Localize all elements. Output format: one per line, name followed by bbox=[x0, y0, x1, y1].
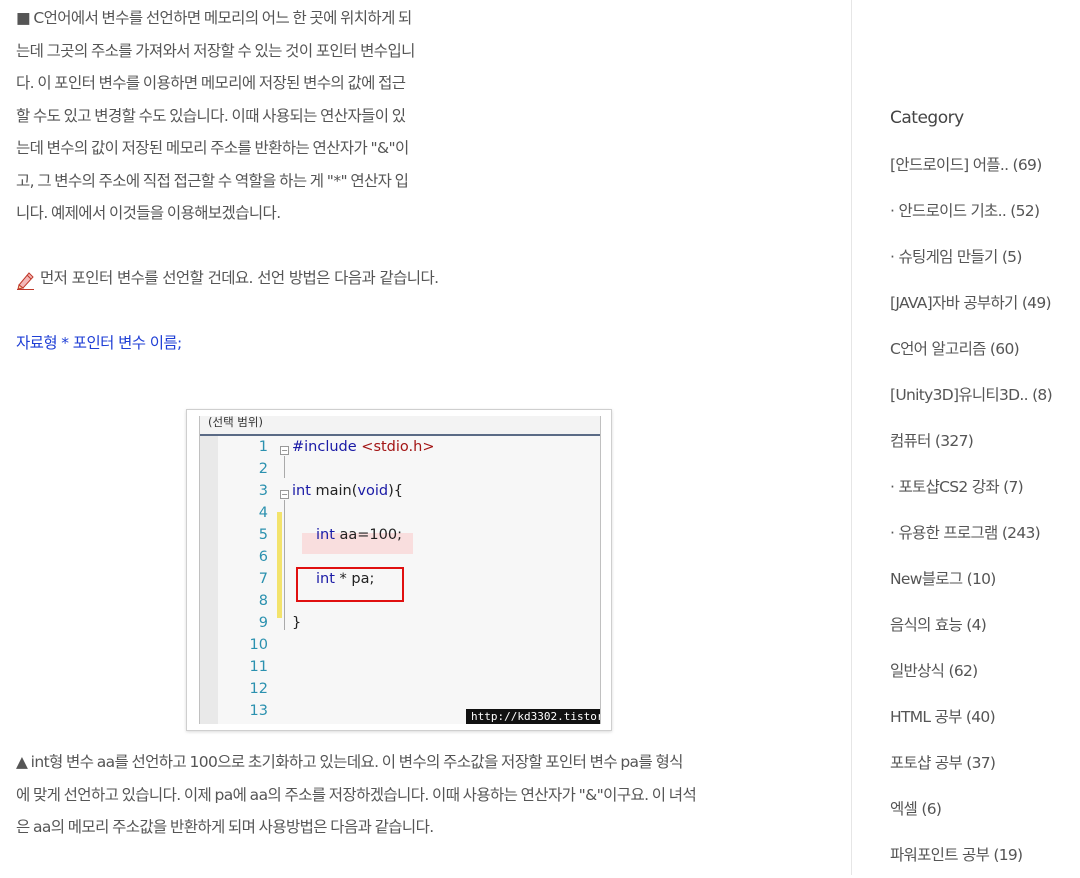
main-keyword: int bbox=[292, 483, 311, 499]
category-item[interactable]: 엑셀 (6) bbox=[890, 786, 1080, 832]
pencil-icon bbox=[16, 269, 36, 290]
article-content: ■ C언어에서 변수를 선언하면 메모리의 어느 한 곳에 위치하게 되 는데 … bbox=[0, 0, 850, 875]
code-header-text: (선택 범위) bbox=[208, 416, 263, 429]
main-end: ){ bbox=[388, 483, 403, 499]
explanation-paragraph: ▲ int형 변수 aa를 선언하고 100으로 초기화하고 있는데요. 이 변… bbox=[16, 746, 796, 844]
line-number: 4 bbox=[258, 505, 268, 521]
line-number: 10 bbox=[249, 637, 268, 653]
code-line-main: int main(void){ bbox=[292, 483, 403, 499]
line-number: 11 bbox=[249, 659, 268, 675]
category-item[interactable]: C언어 알고리즘 (60) bbox=[890, 326, 1080, 372]
category-item[interactable]: New블로그 (10) bbox=[890, 556, 1080, 602]
include-header: <stdio.h> bbox=[361, 439, 435, 455]
pencil-note-text: 먼저 포인터 변수를 선언할 건데요. 선언 방법은 다음과 같습니다. bbox=[40, 269, 439, 287]
intro-line: 는데 그곳의 주소를 가져와서 저장할 수 있는 것이 포인터 변수입니 bbox=[16, 41, 415, 60]
category-list: [안드로이드] 어플.. (69) · 안드로이드 기초.. (52) · 슈팅… bbox=[890, 142, 1080, 878]
category-item[interactable]: · 안드로이드 기초.. (52) bbox=[890, 188, 1080, 234]
category-item[interactable]: HTML 공부 (40) bbox=[890, 694, 1080, 740]
code-line-include: #include <stdio.h> bbox=[292, 439, 434, 455]
line-number: 1 bbox=[258, 439, 268, 455]
line-number: 7 bbox=[258, 571, 268, 587]
category-title: Category bbox=[890, 108, 964, 128]
line-number: 8 bbox=[258, 593, 268, 609]
code-line-close: } bbox=[292, 615, 302, 631]
category-item[interactable]: [안드로이드] 어플.. (69) bbox=[890, 142, 1080, 188]
category-item[interactable]: 음식의 효능 (4) bbox=[890, 602, 1080, 648]
code-editor: (선택 범위) 1 2 3 4 5 6 7 8 9 10 11 12 13 − bbox=[199, 416, 601, 724]
intro-line: ■ C언어에서 변수를 선언하면 메모리의 어느 한 곳에 위치하게 되 bbox=[16, 9, 412, 27]
pencil-note: 먼저 포인터 변수를 선언할 건데요. 선언 방법은 다음과 같습니다. bbox=[16, 262, 439, 294]
decl-text: aa=100; bbox=[334, 527, 403, 543]
category-item[interactable]: 파워포인트 공부 (19) bbox=[890, 832, 1080, 878]
pointer-highlight-box bbox=[296, 567, 404, 602]
explanation-line: 에 맞게 선언하고 있습니다. 이제 pa에 aa의 주소를 저장하겠습니다. … bbox=[16, 785, 697, 804]
category-item[interactable]: 컴퓨터 (327) bbox=[890, 418, 1080, 464]
line-number: 2 bbox=[258, 461, 268, 477]
intro-line: 고, 그 변수의 주소에 직접 접근할 수 역할을 하는 게 "*" 연산자 입 bbox=[16, 171, 409, 190]
line-number: 6 bbox=[258, 549, 268, 565]
intro-line: 니다. 예제에서 이것들을 이용해보겠습니다. bbox=[16, 204, 281, 222]
explanation-line: ▲ int형 변수 aa를 선언하고 100으로 초기화하고 있는데요. 이 변… bbox=[16, 753, 683, 771]
change-marker bbox=[277, 512, 282, 618]
decl-keyword: int bbox=[316, 527, 335, 543]
sidebar: Category [안드로이드] 어플.. (69) · 안드로이드 기초.. … bbox=[851, 0, 1080, 875]
line-number: 3 bbox=[258, 483, 268, 499]
line-number: 12 bbox=[249, 681, 268, 697]
intro-paragraph: ■ C언어에서 변수를 선언하면 메모리의 어느 한 곳에 위치하게 되 는데 … bbox=[16, 2, 486, 230]
main-text: main( bbox=[310, 483, 358, 499]
fold-guide bbox=[284, 456, 285, 478]
fold-toggle-icon[interactable]: − bbox=[280, 490, 289, 499]
line-number: 13 bbox=[249, 703, 268, 719]
fold-guide bbox=[284, 500, 285, 630]
category-item[interactable]: [JAVA]자바 공부하기 (49) bbox=[890, 280, 1080, 326]
void-keyword: void bbox=[357, 483, 389, 499]
intro-line: 할 수도 있고 변경할 수도 있습니다. 이때 사용되는 연산자들이 있 bbox=[16, 106, 406, 125]
fold-toggle-icon[interactable]: − bbox=[280, 446, 289, 455]
category-item[interactable]: · 유용한 프로그램 (243) bbox=[890, 510, 1080, 556]
intro-line: 는데 변수의 값이 저장된 메모리 주소를 반환하는 연산자가 "&"이 bbox=[16, 139, 409, 157]
category-item[interactable]: · 슈팅게임 만들기 (5) bbox=[890, 234, 1080, 280]
code-screenshot: (선택 범위) 1 2 3 4 5 6 7 8 9 10 11 12 13 − bbox=[186, 409, 612, 731]
editor-gutter bbox=[200, 436, 218, 724]
intro-line: 다. 이 포인터 변수를 이용하면 메모리에 저장된 변수의 값에 접근 bbox=[16, 74, 406, 92]
explanation-line: 은 aa의 메모리 주소값을 반환하게 되며 사용방법은 다음과 같습니다. bbox=[16, 818, 434, 836]
category-item[interactable]: [Unity3D]유니티3D.. (8) bbox=[890, 372, 1080, 418]
category-item[interactable]: 일반상식 (62) bbox=[890, 648, 1080, 694]
code-line-decl: int aa=100; bbox=[316, 527, 402, 543]
include-keyword: #include bbox=[292, 439, 357, 455]
line-number: 5 bbox=[258, 527, 268, 543]
line-number: 9 bbox=[258, 615, 268, 631]
syntax-line: 자료형 * 포인터 변수 이름; bbox=[16, 334, 182, 352]
watermark: http://kd3302.tistory.com bbox=[466, 709, 600, 724]
category-item[interactable]: 포토샵 공부 (37) bbox=[890, 740, 1080, 786]
category-item[interactable]: · 포토샵CS2 강좌 (7) bbox=[890, 464, 1080, 510]
code-header: (선택 범위) bbox=[200, 416, 600, 436]
